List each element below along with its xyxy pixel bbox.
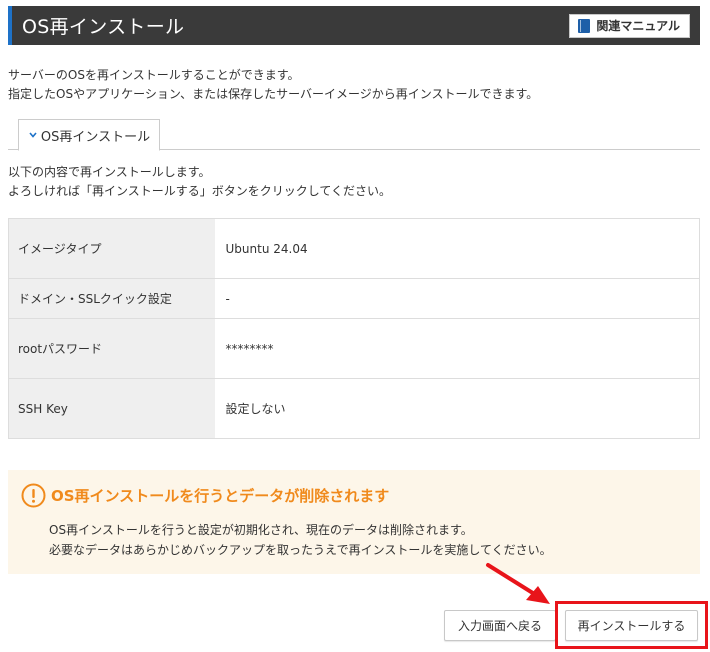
row-value-root-password: ******** (214, 318, 700, 379)
summary-table: イメージタイプ Ubuntu 24.04 ドメイン・SSLクイック設定 - ro… (8, 218, 700, 439)
page-header: OS再インストール 関連マニュアル (8, 6, 700, 45)
reinstall-button[interactable]: 再インストールする (565, 610, 698, 641)
intro-text: サーバーのOSを再インストールすることができます。 指定したOSやアプリケーショ… (8, 66, 538, 104)
confirmation-line-1: 以下の内容で再インストールします。 (8, 165, 211, 179)
table-row: SSH Key 設定しない (8, 378, 700, 439)
row-label-image-type: イメージタイプ (8, 218, 215, 279)
chevron-down-icon (29, 132, 37, 138)
related-manual-button[interactable]: 関連マニュアル (569, 13, 690, 38)
tab-bar: OS再インストール (8, 117, 700, 151)
warning-body: OS再インストールを行うと設定が初期化され、現在のデータは削除されます。 必要な… (49, 520, 552, 560)
warning-line-2: 必要なデータはあらかじめバックアップを取ったうえで再インストールを実施してくださ… (49, 543, 552, 557)
page-title: OS再インストール (22, 16, 185, 38)
intro-line-1: サーバーのOSを再インストールすることができます。 (8, 68, 300, 82)
row-value-domain-ssl: - (214, 278, 700, 319)
table-row: rootパスワード ******** (8, 318, 700, 379)
row-value-ssh-key: 設定しない (214, 378, 700, 439)
confirmation-text: 以下の内容で再インストールします。 よろしければ「再インストールする」ボタンをク… (8, 163, 391, 201)
tab-os-reinstall-label: OS再インストール (40, 129, 151, 145)
row-label-ssh-key: SSH Key (8, 378, 215, 439)
warning-title-text: OS再インストールを行うとデータが削除されます (51, 487, 390, 505)
intro-line-2: 指定したOSやアプリケーション、または保存したサーバーイメージから再インストール… (8, 87, 539, 101)
related-manual-label: 関連マニュアル (596, 19, 680, 33)
warning-box: OS再インストールを行うとデータが削除されます OS再インストールを行うと設定が… (8, 470, 700, 574)
row-label-root-password: rootパスワード (8, 318, 215, 379)
row-label-domain-ssl: ドメイン・SSLクイック設定 (8, 278, 215, 319)
tab-os-reinstall[interactable]: OS再インストール (18, 119, 160, 151)
table-row: ドメイン・SSLクイック設定 - (8, 278, 700, 319)
confirmation-line-2: よろしければ「再インストールする」ボタンをクリックしてください。 (8, 184, 392, 198)
table-row: イメージタイプ Ubuntu 24.04 (8, 218, 700, 279)
red-arrow-icon (486, 563, 550, 604)
warning-title: OS再インストールを行うとデータが削除されます (21, 483, 389, 508)
book-icon (578, 18, 591, 33)
row-value-image-type: Ubuntu 24.04 (214, 218, 700, 279)
exclamation-circle-icon (21, 483, 46, 508)
back-to-input-button[interactable]: 入力画面へ戻る (444, 610, 556, 641)
warning-line-1: OS再インストールを行うと設定が初期化され、現在のデータは削除されます。 (49, 523, 473, 537)
